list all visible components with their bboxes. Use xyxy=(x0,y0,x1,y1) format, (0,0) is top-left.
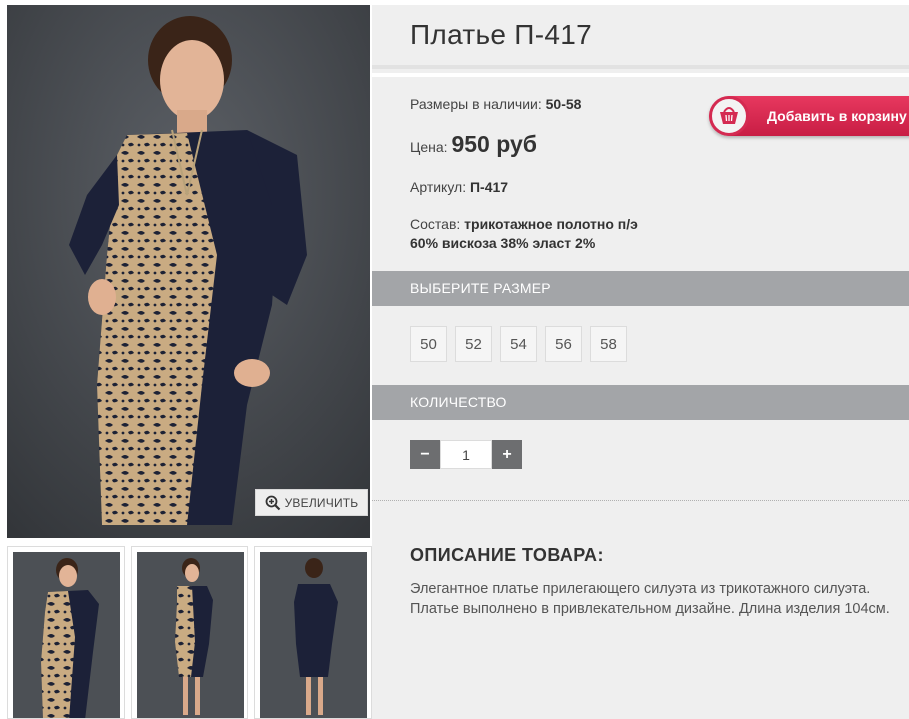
price-value: 950 руб xyxy=(451,131,537,157)
product-title: Платье П-417 xyxy=(410,19,592,50)
size-option-58[interactable]: 58 xyxy=(590,326,627,362)
product-gallery: УВЕЛИЧИТЬ xyxy=(0,0,373,719)
thumbnail-front-image xyxy=(13,552,120,718)
size-section-heading: ВЫБЕРИТЕ РАЗМЕР xyxy=(372,271,909,306)
basket-icon xyxy=(720,107,738,124)
title-bar: Платье П-417 xyxy=(372,5,909,69)
composition-label: Состав: xyxy=(410,216,461,232)
zoom-in-icon xyxy=(265,495,280,510)
quantity-stepper: − + xyxy=(410,440,522,469)
thumbnail-side[interactable] xyxy=(130,546,249,719)
article-label: Артикул: xyxy=(410,179,467,195)
sizes-available: Размеры в наличии: 50-58 xyxy=(410,96,581,112)
size-selector: 50 52 54 56 58 xyxy=(410,326,627,362)
zoom-button[interactable]: УВЕЛИЧИТЬ xyxy=(255,489,368,516)
add-to-cart-button[interactable]: Добавить в корзину xyxy=(709,96,909,136)
description-text: Элегантное платье прилегающего силуэта и… xyxy=(410,581,890,617)
composition-line-1: трикотажное полотно п/э xyxy=(464,216,638,232)
composition: Состав: трикотажное полотно п/э 60% виск… xyxy=(410,215,638,253)
article: Артикул: П-417 xyxy=(410,179,508,195)
sizes-available-label: Размеры в наличии: xyxy=(410,96,542,112)
thumbnail-back-image xyxy=(260,552,368,718)
size-option-52[interactable]: 52 xyxy=(455,326,492,362)
price: Цена: 950 руб xyxy=(410,131,537,158)
article-value: П-417 xyxy=(469,179,509,195)
thumbnail-strip xyxy=(7,546,373,719)
thumbnail-front[interactable] xyxy=(7,546,125,719)
main-product-photo[interactable]: УВЕЛИЧИТЬ xyxy=(7,5,370,538)
size-option-54[interactable]: 54 xyxy=(500,326,537,362)
divider xyxy=(372,73,909,77)
quantity-increase-button[interactable]: + xyxy=(492,440,522,469)
dress-photo-illustration xyxy=(7,5,370,538)
size-option-50[interactable]: 50 xyxy=(410,326,447,362)
basket-icon-circle xyxy=(709,96,749,136)
description-heading: ОПИСАНИЕ ТОВАРА: xyxy=(410,545,604,565)
quantity-section-heading: КОЛИЧЕСТВО xyxy=(372,385,909,420)
zoom-button-label: УВЕЛИЧИТЬ xyxy=(284,495,359,510)
quantity-input[interactable] xyxy=(440,440,492,469)
thumbnail-side-image xyxy=(136,552,244,718)
sizes-available-value: 50-58 xyxy=(545,96,582,112)
product-details-panel: Платье П-417 Размеры в наличии: 50-58 Це… xyxy=(372,0,909,719)
add-to-cart-label: Добавить в корзину xyxy=(767,108,907,124)
price-label: Цена: xyxy=(410,139,448,155)
size-option-56[interactable]: 56 xyxy=(545,326,582,362)
composition-line-2: 60% вискоза 38% эласт 2% xyxy=(410,235,596,251)
dotted-divider xyxy=(372,500,909,501)
quantity-decrease-button[interactable]: − xyxy=(410,440,440,469)
product-page: УВЕЛИЧИТЬ Платье П-417 Размеры в наличии… xyxy=(0,0,909,719)
thumbnail-back[interactable] xyxy=(254,546,373,719)
